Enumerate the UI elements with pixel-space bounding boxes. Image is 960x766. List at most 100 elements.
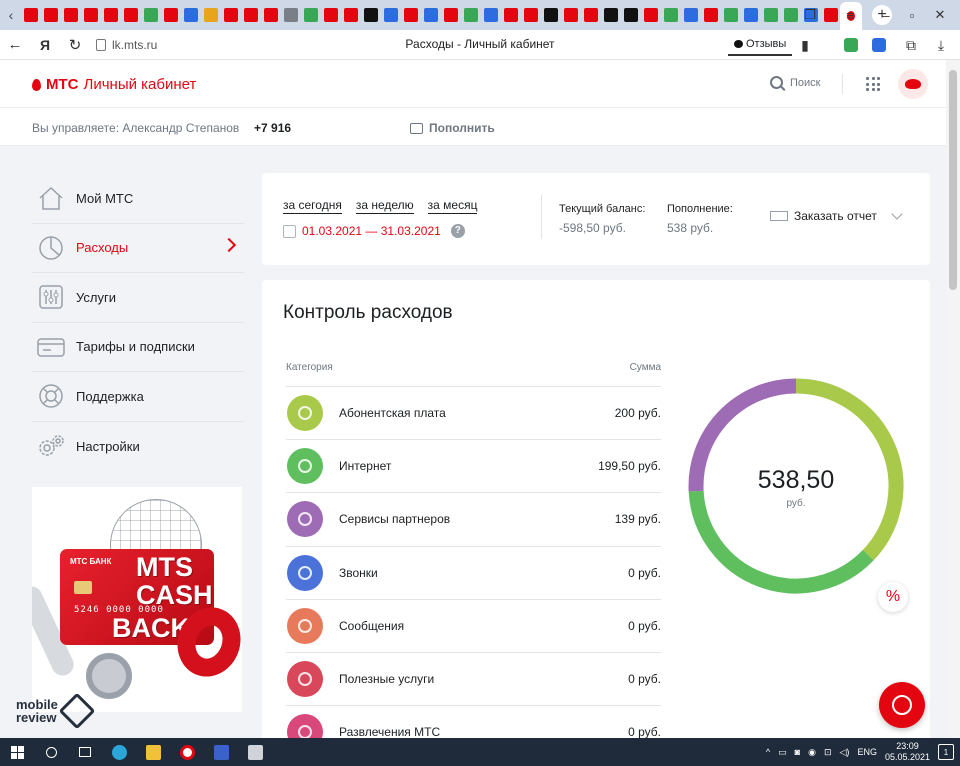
tab-favicon-icon[interactable] bbox=[224, 8, 238, 22]
tab-favicon-icon[interactable] bbox=[764, 8, 778, 22]
tab-favicon-icon[interactable] bbox=[384, 8, 398, 22]
tray-app-icon[interactable]: ▭ bbox=[778, 747, 787, 758]
tab-favicon-icon[interactable] bbox=[504, 8, 518, 22]
period-link-week[interactable]: за неделю bbox=[355, 198, 414, 214]
scrollbar-thumb[interactable] bbox=[949, 70, 957, 290]
notifications-button[interactable]: 1 bbox=[938, 744, 954, 760]
close-icon[interactable]: ✕ bbox=[922, 0, 958, 30]
tab-favicon-icon[interactable] bbox=[424, 8, 438, 22]
report-label: Заказать отчет bbox=[794, 209, 877, 223]
calculator-icon[interactable] bbox=[238, 738, 272, 766]
tab-favicon-icon[interactable] bbox=[104, 8, 118, 22]
tab-favicon-icon[interactable] bbox=[44, 8, 58, 22]
tab-favicon-icon[interactable] bbox=[204, 8, 218, 22]
tabs-icon[interactable]: ❐ bbox=[792, 0, 828, 30]
download-icon[interactable]: ⤓ bbox=[926, 30, 956, 60]
sidebar-item-tariffs[interactable]: Тарифы и подписки bbox=[32, 323, 244, 372]
tab-favicon-icon[interactable] bbox=[544, 8, 558, 22]
table-row[interactable]: Сервисы партнеров 139 руб. bbox=[286, 493, 661, 547]
sidebar-item-support[interactable]: Поддержка bbox=[32, 372, 244, 422]
tab-favicon-icon[interactable] bbox=[144, 8, 158, 22]
period-link-month[interactable]: за месяц bbox=[427, 198, 478, 214]
tab-favicon-icon[interactable] bbox=[744, 8, 758, 22]
tab-favicon-icon[interactable] bbox=[404, 8, 418, 22]
tray-chevron-icon[interactable]: ^ bbox=[766, 747, 770, 757]
save-app-icon[interactable] bbox=[204, 738, 238, 766]
edge-icon[interactable] bbox=[102, 738, 136, 766]
date-range-picker[interactable]: 01.03.2021 — 31.03.2021 ? bbox=[283, 224, 465, 238]
tab-favicon-icon[interactable] bbox=[704, 8, 718, 22]
chat-support-button[interactable] bbox=[879, 682, 925, 728]
search-icon[interactable] bbox=[34, 738, 68, 766]
table-row[interactable]: Абонентская плата 200 руб. bbox=[286, 387, 661, 441]
period-link-today[interactable]: за сегодня bbox=[283, 198, 342, 214]
tab-favicon-icon[interactable] bbox=[344, 8, 358, 22]
topup-button[interactable]: Пополнить bbox=[410, 121, 495, 135]
table-row[interactable]: Звонки 0 руб. bbox=[286, 547, 661, 600]
reload-icon[interactable]: ↻ bbox=[60, 30, 90, 60]
donut-unit: руб. bbox=[786, 498, 806, 509]
help-icon[interactable]: ? bbox=[450, 224, 465, 238]
tab-favicon-icon[interactable] bbox=[24, 8, 38, 22]
mts-logo[interactable]: МТС Личный кабинет bbox=[32, 76, 196, 93]
reviews-button[interactable]: Отзывы bbox=[728, 34, 793, 56]
percent-toggle-button[interactable]: % bbox=[878, 582, 908, 612]
language-indicator[interactable]: ENG bbox=[857, 747, 877, 757]
tab-favicon-icon[interactable] bbox=[644, 8, 658, 22]
explorer-icon[interactable] bbox=[136, 738, 170, 766]
tab-favicon-icon[interactable] bbox=[564, 8, 578, 22]
tray-app-icon[interactable]: ◙ bbox=[795, 747, 800, 757]
tab-favicon-icon[interactable] bbox=[64, 8, 78, 22]
tray-app-icon[interactable]: ◉ bbox=[808, 747, 816, 758]
sidebar-item-settings[interactable]: Настройки bbox=[32, 422, 244, 472]
tab-favicon-icon[interactable] bbox=[304, 8, 318, 22]
page-scrollbar[interactable] bbox=[946, 60, 960, 738]
tab-favicon-icon[interactable] bbox=[484, 8, 498, 22]
tab-favicon-icon[interactable] bbox=[464, 8, 478, 22]
back-icon[interactable]: ← bbox=[0, 30, 30, 60]
tab-favicon-icon[interactable] bbox=[524, 8, 538, 22]
tab-favicon-icon[interactable] bbox=[584, 8, 598, 22]
bookmark-icon[interactable]: ▮ bbox=[790, 30, 820, 60]
sidebar-item-expenses[interactable]: Расходы bbox=[32, 224, 244, 273]
tab-favicon-icon[interactable] bbox=[604, 8, 618, 22]
extension-icon[interactable] bbox=[836, 30, 866, 60]
collections-icon[interactable]: ⧉ bbox=[896, 30, 926, 60]
tab-favicon-icon[interactable] bbox=[364, 8, 378, 22]
tab-favicon-icon[interactable] bbox=[324, 8, 338, 22]
network-icon[interactable]: ⊡ bbox=[824, 747, 832, 758]
yandex-browser-icon[interactable] bbox=[170, 738, 204, 766]
tab-favicon-icon[interactable] bbox=[284, 8, 298, 22]
tab-favicon-icon[interactable] bbox=[724, 8, 738, 22]
table-row[interactable]: Интернет 199,50 руб. bbox=[286, 440, 661, 494]
task-view-icon[interactable] bbox=[68, 738, 102, 766]
manage-phone[interactable]: +7 916 bbox=[254, 121, 291, 135]
tab-favicon-icon[interactable] bbox=[444, 8, 458, 22]
menu-icon[interactable]: ≡ bbox=[832, 0, 868, 30]
tab-favicon-icon[interactable] bbox=[164, 8, 178, 22]
start-button[interactable] bbox=[0, 738, 34, 766]
tab-favicon-icon[interactable] bbox=[664, 8, 678, 22]
tab-favicon-icon[interactable] bbox=[684, 8, 698, 22]
volume-icon[interactable]: ◁) bbox=[840, 747, 850, 758]
tab-scroll-left-icon[interactable]: ‹ bbox=[0, 7, 22, 23]
tab-favicon-icon[interactable] bbox=[264, 8, 278, 22]
avatar[interactable] bbox=[898, 69, 928, 99]
search-button[interactable]: Поиск bbox=[770, 76, 820, 89]
apps-grid-icon[interactable] bbox=[866, 77, 880, 91]
tab-favicon-icon[interactable] bbox=[124, 8, 138, 22]
cashback-promo-banner[interactable]: МТС БАНК 5246 0000 0000 MTS CASH BACK bbox=[32, 487, 242, 712]
order-report-button[interactable]: Заказать отчет bbox=[770, 208, 903, 223]
yandex-icon[interactable]: Я bbox=[30, 30, 60, 60]
table-row[interactable]: Сообщения 0 руб. bbox=[286, 600, 661, 653]
tab-favicon-icon[interactable] bbox=[84, 8, 98, 22]
tab-favicon-icon[interactable] bbox=[244, 8, 258, 22]
tab-favicon-icon[interactable] bbox=[184, 8, 198, 22]
sidebar-item-my-mts[interactable]: Мой МТС bbox=[32, 174, 244, 224]
clock[interactable]: 23:09 05.05.2021 bbox=[885, 741, 930, 763]
extension-icon[interactable] bbox=[864, 30, 894, 60]
table-row[interactable]: Полезные услуги 0 руб. bbox=[286, 653, 661, 707]
sidebar-item-services[interactable]: Услуги bbox=[32, 273, 244, 323]
tab-favicon-icon[interactable] bbox=[624, 8, 638, 22]
url-field[interactable]: lk.mts.ru bbox=[96, 38, 157, 52]
